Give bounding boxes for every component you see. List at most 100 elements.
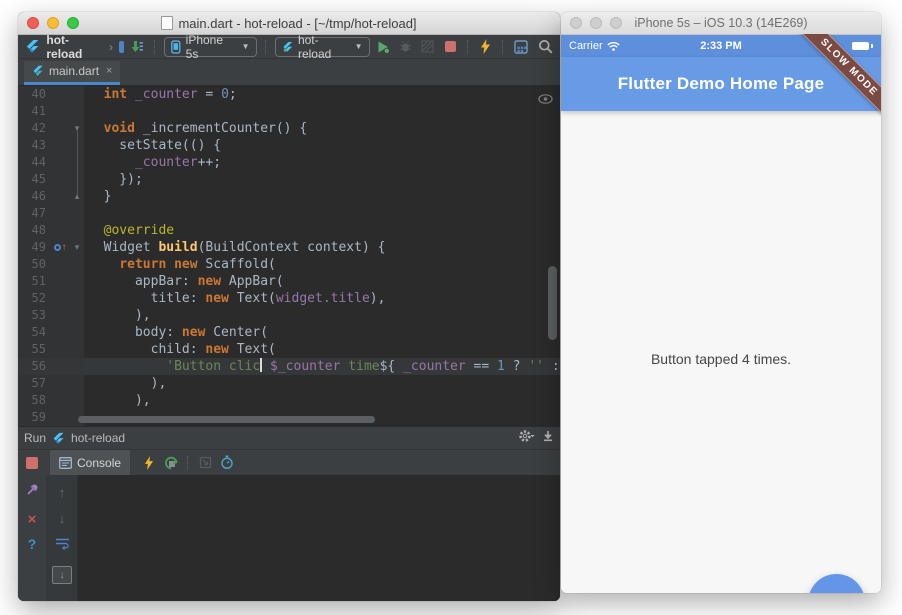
code-text: Widget build(BuildContext context) { — [88, 240, 386, 255]
tab-console[interactable]: Console — [50, 450, 131, 475]
editor-vertical-scrollbar[interactable] — [548, 266, 557, 340]
override-marker-icon[interactable]: ↑ — [50, 239, 70, 256]
code-text: void _incrementCounter() { — [103, 121, 308, 136]
code-line[interactable]: 49 ↑ ▾ Widget build(BuildContext context) … — [18, 239, 560, 256]
line-number: 56 — [18, 358, 50, 375]
code-line[interactable]: 57 ), — [18, 375, 560, 392]
scroll-to-end-icon[interactable]: ↓ — [52, 566, 72, 584]
soft-wrap-icon[interactable] — [55, 537, 70, 555]
ios-status-bar: Carrier 2:33 PM — [561, 35, 881, 57]
console-side-toolbar: ↑ ↓ ↓ » — [47, 475, 78, 601]
simulator-window-title: iPhone 5s – iOS 10.3 (14E269) — [634, 16, 808, 30]
vcs-update-icon[interactable] — [129, 38, 146, 56]
code-text: ), — [88, 393, 151, 408]
fold-gutter — [70, 375, 84, 392]
close-panel-icon[interactable]: × — [28, 512, 37, 527]
hot-reload-bolt-icon[interactable] — [140, 454, 158, 472]
fold-marker-icon[interactable]: ▾ — [70, 239, 84, 256]
debug-button[interactable] — [397, 38, 414, 56]
project-structure-icon[interactable] — [512, 38, 529, 56]
line-number: 50 — [18, 256, 50, 273]
code-editor[interactable]: 40 int _counter = 0; 41 42 ▾ void _incremen… — [18, 86, 560, 426]
gutter-marker — [50, 358, 70, 375]
code-text — [84, 205, 560, 222]
gutter-marker — [50, 154, 70, 171]
code-line[interactable]: 55 child: new Text( — [18, 341, 560, 358]
close-tab-icon[interactable]: × — [106, 65, 112, 77]
code-line[interactable]: 45 }); — [18, 171, 560, 188]
stop-button[interactable] — [442, 38, 459, 56]
fold-gutter — [70, 205, 84, 222]
help-icon[interactable]: ? — [28, 537, 37, 551]
tab-main-dart[interactable]: main.dart × — [24, 61, 121, 85]
code-line[interactable]: 51 appBar: new AppBar( — [18, 273, 560, 290]
run-panel-header: Run hot-reload — [18, 426, 560, 449]
code-line[interactable]: 56 'Button clic $_counter time${ _counte… — [18, 358, 560, 375]
run-panel-title: hot-reload — [71, 431, 126, 445]
code-line[interactable]: 50 return new Scaffold( — [18, 256, 560, 273]
reader-mode-eye-icon[interactable] — [538, 91, 553, 109]
gutter-marker — [50, 409, 70, 426]
code-line[interactable]: 48 @override — [18, 222, 560, 239]
fold-gutter — [70, 256, 84, 273]
code-text: appBar: new AppBar( — [88, 274, 284, 289]
code-line[interactable]: 41 — [18, 103, 560, 120]
export-disabled-icon — [196, 454, 214, 472]
pin-icon[interactable] — [26, 483, 39, 501]
code-text: ), — [88, 308, 151, 323]
code-line[interactable]: 47 — [18, 205, 560, 222]
fold-gutter — [70, 341, 84, 358]
line-number: 51 — [18, 273, 50, 290]
code-text: _counter++; — [134, 155, 222, 170]
stop-process-button[interactable] — [18, 456, 46, 469]
run-config-dropdown[interactable]: hot-reload ▼ — [274, 33, 370, 61]
code-line[interactable]: 53 ), — [18, 307, 560, 324]
dart-file-icon — [33, 65, 43, 76]
code-line[interactable]: 46 ▴ } — [18, 188, 560, 205]
code-text: setState(() { — [88, 138, 222, 153]
code-line[interactable]: 44 _counter++; — [18, 154, 560, 171]
code-text: } — [88, 189, 112, 204]
gutter-marker — [50, 256, 70, 273]
run-button[interactable] — [375, 38, 392, 56]
up-stack-trace-icon[interactable]: ↑ — [59, 485, 66, 500]
hot-reload-bolt-icon[interactable] — [477, 38, 494, 56]
editor-horizontal-scrollbar[interactable] — [78, 416, 375, 423]
hot-restart-icon[interactable] — [162, 454, 180, 472]
fold-gutter — [70, 86, 84, 103]
code-line[interactable]: 40 int _counter = 0; — [18, 86, 560, 103]
hide-panel-icon[interactable] — [542, 429, 554, 447]
code-line[interactable]: 54 body: new Center( — [18, 324, 560, 341]
toolbar-divider — [264, 39, 267, 54]
app-body: Button tapped 4 times. + — [561, 111, 881, 593]
code-text: ), — [88, 376, 167, 391]
gutter-marker — [50, 290, 70, 307]
editor-marker-icon — [118, 40, 124, 53]
fold-gutter — [70, 324, 84, 341]
stopwatch-icon[interactable] — [218, 454, 236, 472]
line-number: 58 — [18, 392, 50, 409]
profile-button[interactable] — [419, 38, 436, 56]
gutter-marker — [50, 205, 70, 222]
code-line[interactable]: 52 title: new Text(widget.title), — [18, 290, 560, 307]
line-number: 49 — [18, 239, 50, 256]
down-stack-trace-icon[interactable]: ↓ — [59, 511, 66, 526]
code-text: int _counter = 0; — [103, 87, 237, 102]
gear-icon[interactable] — [518, 429, 536, 448]
line-number: 42 — [18, 120, 50, 137]
increment-fab-button[interactable]: + — [808, 574, 865, 593]
gutter-marker — [50, 324, 70, 341]
fold-guide-line — [77, 130, 78, 196]
code-line[interactable]: 42 ▾ void _incrementCounter() { — [18, 120, 560, 137]
breadcrumb-project[interactable]: hot-reload — [46, 33, 103, 61]
code-line[interactable]: 43 setState(() { — [18, 137, 560, 154]
console-output[interactable] — [78, 475, 560, 601]
device-selector-dropdown[interactable]: iPhone 5s ▼ — [164, 33, 257, 61]
counter-text: Button tapped 4 times. — [650, 351, 792, 367]
chevron-down-icon: ▼ — [354, 42, 363, 51]
line-number: 41 — [18, 103, 50, 120]
appbar-title: Flutter Demo Home Page — [617, 74, 825, 93]
code-line[interactable]: 58 ), — [18, 392, 560, 409]
search-icon[interactable] — [537, 38, 554, 56]
run-left-toolbar: × ? — [18, 475, 47, 601]
